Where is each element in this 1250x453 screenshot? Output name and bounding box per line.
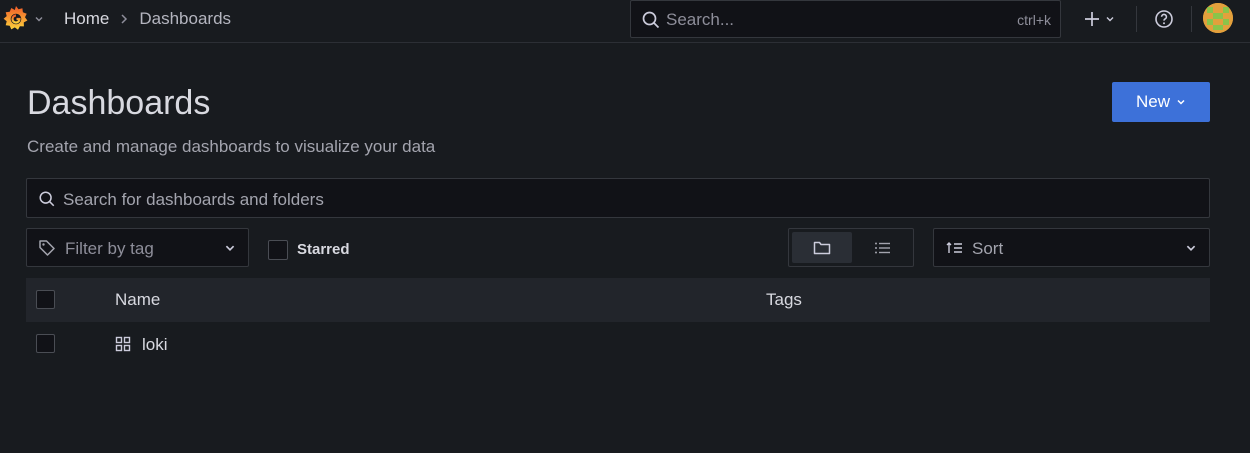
view-mode-toggle (788, 228, 914, 267)
list-icon (875, 242, 890, 253)
breadcrumb-home-link[interactable]: Home (64, 9, 109, 29)
navbar-divider (1136, 6, 1137, 32)
add-new-button[interactable] (1076, 6, 1122, 32)
page-subtitle: Create and manage dashboards to visualiz… (27, 137, 436, 156)
grafana-logo-button[interactable] (2, 4, 46, 32)
help-circle-icon (1155, 10, 1173, 28)
dashboard-search-placeholder: Search for dashboards and folders (63, 190, 324, 209)
tag-icon (39, 240, 55, 256)
new-button-label: New (1135, 92, 1170, 111)
chevron-down-icon (1186, 245, 1196, 251)
chevron-down-icon (225, 245, 235, 251)
dashboard-search-input[interactable]: Search for dashboards and folders (26, 178, 1210, 218)
starred-label[interactable]: Starred (297, 241, 350, 258)
global-search-input[interactable]: Search... ctrl+k (630, 0, 1061, 38)
dashboard-grid-icon (115, 336, 131, 352)
search-icon (642, 11, 660, 29)
breadcrumb: Home Dashboards (64, 9, 231, 29)
chevron-right-icon (119, 13, 129, 25)
search-shortcut-hint: ctrl+k (1017, 12, 1051, 28)
chevron-down-icon (35, 17, 43, 22)
column-header-name: Name (115, 290, 161, 309)
dashboard-link[interactable]: loki (142, 335, 168, 355)
starred-checkbox[interactable] (268, 240, 288, 260)
list-view-button[interactable] (855, 232, 911, 263)
folder-icon (813, 241, 831, 254)
chevron-down-icon (1106, 17, 1114, 22)
navbar-divider (1191, 6, 1192, 32)
breadcrumb-current: Dashboards (139, 9, 232, 28)
search-icon (39, 191, 55, 207)
sort-placeholder: Sort (972, 239, 1004, 258)
select-all-checkbox[interactable] (36, 290, 55, 309)
avatar-icon (1203, 3, 1233, 33)
chevron-down-icon (1177, 99, 1185, 105)
sort-select[interactable]: Sort (933, 228, 1210, 267)
table-row[interactable]: loki (26, 322, 1210, 366)
help-button[interactable] (1152, 7, 1176, 31)
table-header: Name Tags (26, 278, 1210, 322)
grafana-logo-icon (3, 6, 28, 30)
page-title: Dashboards (27, 84, 211, 122)
global-search-placeholder: Search... (666, 10, 735, 29)
top-navbar: Home Dashboards Search... ctrl+k (0, 0, 1250, 43)
column-header-tags: Tags (766, 290, 802, 309)
row-checkbox[interactable] (36, 334, 55, 353)
plus-icon (1085, 12, 1099, 26)
tag-filter-placeholder: Filter by tag (65, 239, 154, 258)
tag-filter-select[interactable]: Filter by tag (26, 228, 249, 267)
sort-icon (946, 242, 962, 253)
user-avatar[interactable] (1203, 3, 1233, 33)
new-button[interactable]: New (1112, 82, 1210, 122)
folder-view-button[interactable] (792, 232, 852, 263)
